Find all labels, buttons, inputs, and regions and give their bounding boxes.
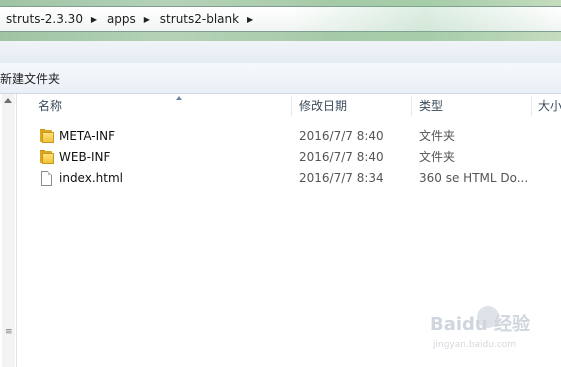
column-divider[interactable] — [531, 96, 532, 116]
toolbar-strip — [0, 41, 561, 63]
file-list: META-INF 2016/7/7 8:40 文件夹 WEB-INF 2016/… — [17, 126, 561, 189]
file-type: 文件夹 — [419, 129, 456, 143]
file-date: 2016/7/7 8:40 — [299, 150, 384, 164]
baidu-watermark: Baidu 经验 jingyan.baidu.com — [425, 300, 561, 367]
file-row[interactable]: index.html 2016/7/7 8:34 360 se HTML Do.… — [17, 168, 561, 189]
column-header-row: 名称 修改日期 类型 大小 — [17, 94, 561, 118]
folder-icon — [39, 129, 55, 144]
column-divider[interactable] — [411, 96, 412, 116]
file-row[interactable]: META-INF 2016/7/7 8:40 文件夹 — [17, 126, 561, 147]
file-name: index.html — [59, 171, 123, 185]
file-date: 2016/7/7 8:40 — [299, 129, 384, 143]
breadcrumb-chevron-icon[interactable]: ▶ — [140, 15, 154, 24]
column-header-name[interactable]: 名称 — [38, 94, 62, 118]
vertical-scrollbar[interactable]: ≡ — [2, 94, 15, 367]
column-divider[interactable] — [291, 96, 292, 116]
breadcrumb-chevron-icon[interactable]: ▶ — [87, 15, 101, 24]
scroll-grip-icon[interactable]: ≡ — [5, 328, 13, 337]
command-bar: 新建文件夹 — [0, 63, 561, 94]
navigation-pane: ≡ — [0, 94, 17, 367]
file-date: 2016/7/7 8:34 — [299, 171, 384, 185]
column-header-date[interactable]: 修改日期 — [299, 94, 347, 118]
column-header-size[interactable]: 大小 — [538, 94, 561, 118]
breadcrumb-label: apps — [106, 12, 136, 26]
breadcrumb-label: struts2-blank — [159, 12, 240, 26]
new-folder-button[interactable]: 新建文件夹 — [0, 70, 60, 87]
scroll-up-arrow-icon[interactable] — [4, 98, 12, 103]
address-bar[interactable]: struts-2.3.30 ▶ apps ▶ struts2-blank ▶ — [0, 6, 561, 32]
breadcrumb-label: struts-2.3.30 — [6, 12, 83, 26]
watermark-logo-text: Baidu 经验 — [430, 314, 531, 335]
folder-icon — [39, 150, 55, 165]
breadcrumb-item-struts[interactable]: struts-2.3.30 ▶ — [0, 8, 101, 30]
watermark-url: jingyan.baidu.com — [433, 340, 517, 350]
sort-ascending-icon — [176, 96, 182, 100]
file-row[interactable]: WEB-INF 2016/7/7 8:40 文件夹 — [17, 147, 561, 168]
breadcrumb-item-struts2-blank[interactable]: struts2-blank ▶ — [154, 8, 257, 30]
file-name: META-INF — [59, 129, 116, 143]
file-type: 360 se HTML Do... — [419, 171, 529, 185]
html-file-icon — [39, 171, 55, 186]
address-bar-area: struts-2.3.30 ▶ apps ▶ struts2-blank ▶ — [0, 0, 561, 41]
breadcrumb-chevron-icon[interactable]: ▶ — [243, 15, 257, 24]
file-type: 文件夹 — [419, 150, 456, 164]
breadcrumb-item-apps[interactable]: apps ▶ — [101, 8, 154, 30]
column-header-type[interactable]: 类型 — [419, 94, 443, 118]
file-name: WEB-INF — [59, 150, 111, 164]
